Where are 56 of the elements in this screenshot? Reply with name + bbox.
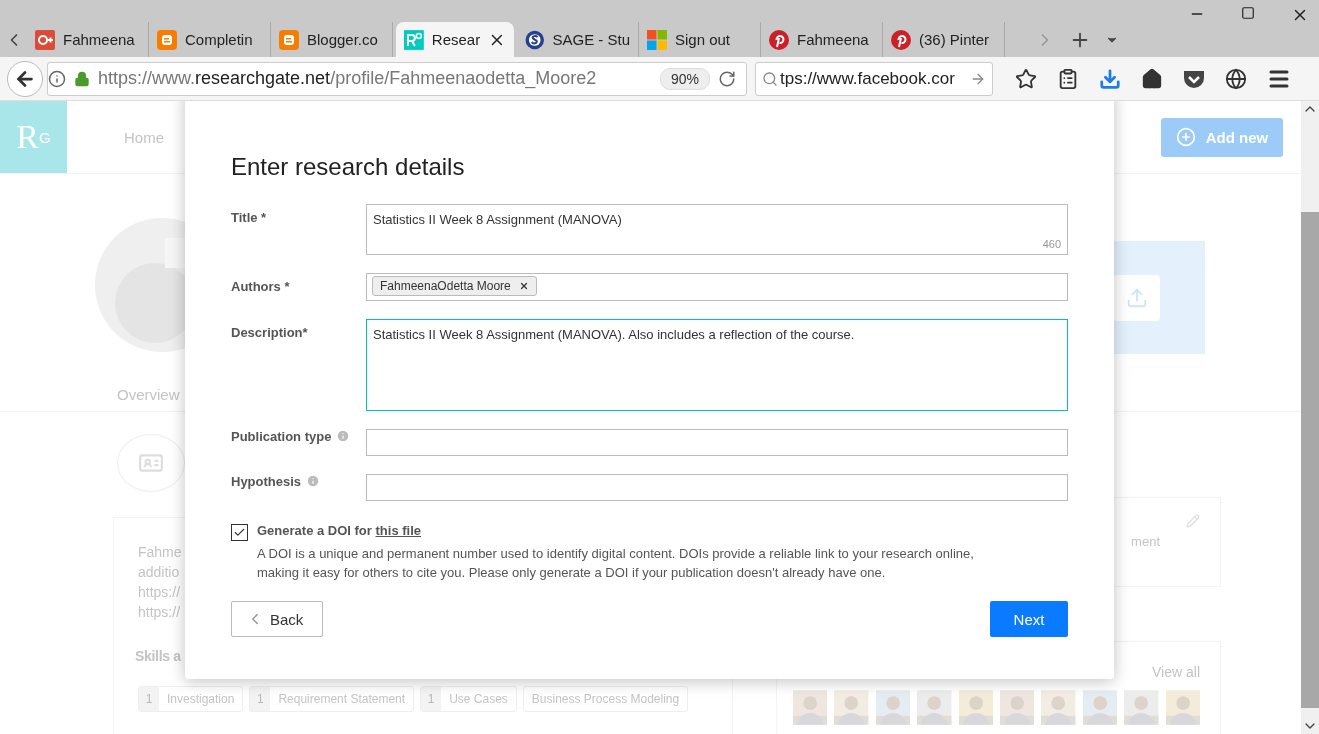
description-field[interactable]: Statistics II Week 8 Assignment (MANOVA). Also includes a reflection of the course.	[366, 319, 1068, 411]
field-label: Description*	[231, 325, 308, 340]
field-label: Authors *	[231, 279, 290, 294]
card-text: ment	[1131, 534, 1160, 549]
plus-icon	[1175, 127, 1196, 147]
upload-icon	[1125, 286, 1148, 309]
next-button[interactable]: Next	[990, 601, 1068, 637]
reload-icon[interactable]	[718, 69, 736, 88]
dialog-title: Enter research details	[231, 153, 466, 181]
site-icon	[525, 29, 545, 50]
back-button[interactable]	[7, 60, 43, 97]
pocket-icon[interactable]	[1183, 68, 1205, 89]
url-text: https://www.researchgate.net/profile/Fahmeenaodetta_Moore2	[98, 68, 598, 89]
site-icon	[647, 29, 667, 50]
checkbox[interactable]	[231, 524, 248, 541]
globe-icon[interactable]	[1225, 67, 1247, 90]
search-icon	[762, 70, 778, 87]
authors-field[interactable]: FahmeenaOdetta Moore	[366, 273, 1068, 301]
browser-tab[interactable]: Resear	[396, 22, 514, 57]
scrollbar[interactable]	[1301, 101, 1319, 734]
doi-note: A DOI is a unique and permanent number used to identify digital content. DOIs provide a reliable link to your research online, making it easy for others to cite you. Please only generate a DOI if your publication doesn't already have one.	[257, 545, 975, 582]
site-icon	[35, 29, 55, 50]
zoom-level[interactable]: 90%	[659, 67, 710, 90]
field-label: Hypothesis	[231, 474, 302, 489]
check-icon	[233, 526, 246, 539]
site-icon	[769, 29, 789, 50]
site-icon	[157, 29, 177, 50]
search-text: tps://www.facebook.cor	[780, 68, 956, 89]
maximize-icon[interactable]	[1241, 6, 1255, 20]
home-icon[interactable]	[1141, 67, 1163, 90]
search-field[interactable]: tps://www.facebook.cor	[755, 61, 993, 96]
remove-icon[interactable]	[518, 281, 529, 291]
checkbox-label: Generate a DOI for this file	[257, 523, 422, 538]
character-counter: 460	[1042, 238, 1061, 250]
site-icon	[279, 29, 299, 50]
lock-icon	[74, 70, 90, 87]
input-field[interactable]	[366, 474, 1068, 501]
download-icon[interactable]	[1099, 67, 1121, 90]
about-text: Fahme	[138, 543, 182, 562]
reading-list-icon[interactable]	[1057, 67, 1079, 90]
back-button[interactable]: Back	[231, 601, 323, 637]
section-heading: Skills a	[135, 648, 181, 664]
input-field[interactable]	[366, 429, 1068, 456]
file-link[interactable]: this file	[375, 523, 421, 538]
site-icon	[404, 29, 424, 50]
address-field[interactable]: https://www.researchgate.net/profile/Fahmeenaodetta_Moore2 90%	[47, 61, 747, 96]
bookmark-star-icon[interactable]	[1015, 67, 1037, 90]
title-field[interactable]: Statistics II Week 8 Assignment (MANOVA) 460	[366, 204, 1068, 255]
field-label: Title *	[231, 210, 267, 225]
field-label: Publication type	[231, 429, 332, 444]
author-chip[interactable]: FahmeenaOdetta Moore	[372, 276, 537, 296]
about-text: https://	[138, 583, 181, 602]
about-text: additio	[138, 563, 180, 582]
info-icon[interactable]	[48, 69, 66, 88]
about-text: https://	[138, 603, 181, 622]
site-icon	[891, 29, 911, 50]
